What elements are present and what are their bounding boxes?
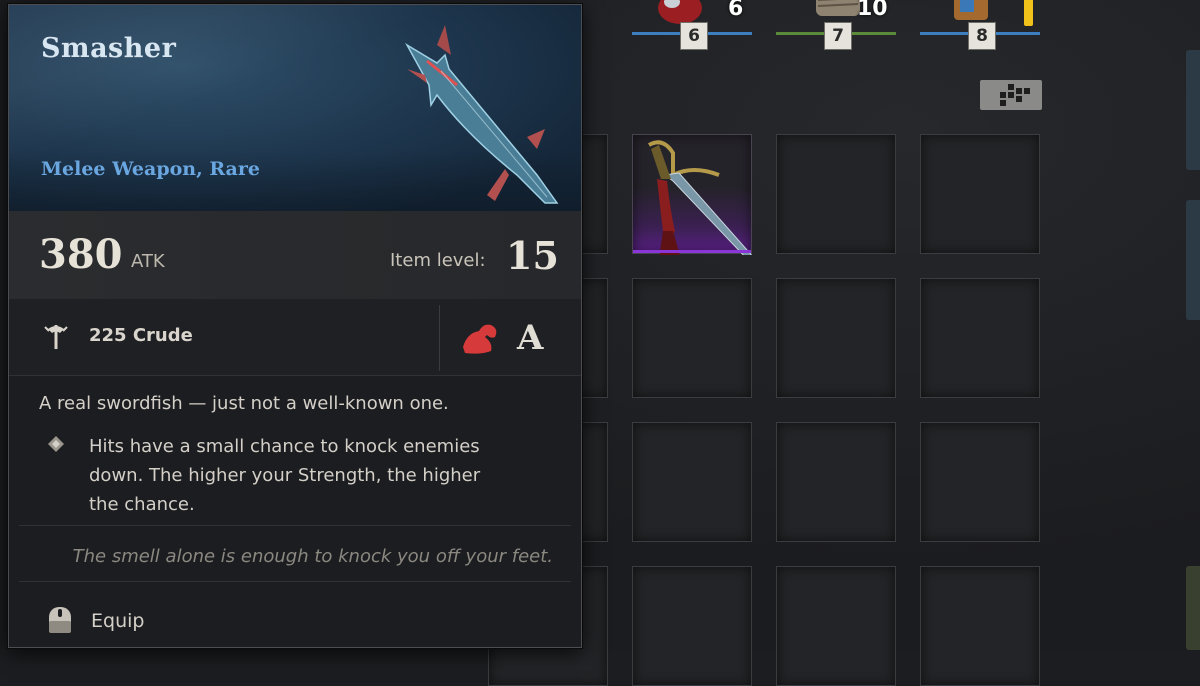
divider	[19, 525, 571, 526]
hotkey-badge: 8	[968, 22, 996, 50]
divider	[439, 305, 440, 371]
inventory-slot[interactable]	[920, 566, 1040, 686]
perk-bullet-icon	[48, 436, 64, 452]
inventory-slot[interactable]	[776, 566, 896, 686]
item-level-label: Item level:	[390, 250, 486, 271]
mouse-icon	[49, 607, 71, 633]
inventory-slot[interactable]	[776, 278, 896, 398]
side-panel-slot[interactable]	[1186, 200, 1200, 320]
equip-action[interactable]: Equip	[91, 610, 144, 632]
attack-value: 380	[39, 231, 123, 278]
inventory-slot[interactable]	[776, 422, 896, 542]
grid-view-toggle-button[interactable]	[980, 80, 1042, 110]
side-panel-slot[interactable]	[1186, 50, 1200, 170]
perk-text: Hits have a small chance to knock enemie…	[89, 436, 481, 515]
stack-count: 6	[728, 0, 744, 21]
stack-count: 10	[857, 0, 888, 21]
inventory-slot[interactable]	[920, 134, 1040, 254]
hotkey-badge: 7	[824, 22, 852, 50]
item-name: Smasher	[41, 33, 177, 64]
inventory-slot-equipped[interactable]	[632, 134, 753, 255]
flavor-text: The smell alone is enough to knock you o…	[72, 546, 553, 567]
saber-icon	[648, 140, 753, 255]
durability-bar	[1024, 0, 1033, 26]
item-level-value: 15	[506, 233, 559, 278]
inventory-slot[interactable]	[632, 566, 752, 686]
item-tooltip: Smasher Melee Weapon, Rare 380 ATK Item …	[8, 4, 582, 648]
inventory-slot[interactable]	[920, 278, 1040, 398]
swordfish-icon	[405, 25, 559, 204]
strength-icon	[463, 324, 497, 354]
inventory-slot[interactable]	[632, 278, 752, 398]
crude-icon	[44, 325, 68, 349]
inventory-slot[interactable]	[632, 422, 752, 542]
item-type: Melee Weapon, Rare	[41, 158, 260, 180]
scaling-grade: A	[517, 318, 544, 358]
inventory-slot[interactable]	[776, 134, 896, 254]
attack-label: ATK	[131, 251, 165, 272]
hotkey-badge: 6	[680, 22, 708, 50]
divider	[19, 581, 571, 582]
item-description: A real swordfish — just not a well-known…	[39, 393, 449, 414]
inventory-slot[interactable]	[920, 422, 1040, 542]
side-panel-slot[interactable]	[1186, 566, 1200, 650]
requirement-text: 225 Crude	[89, 325, 193, 346]
